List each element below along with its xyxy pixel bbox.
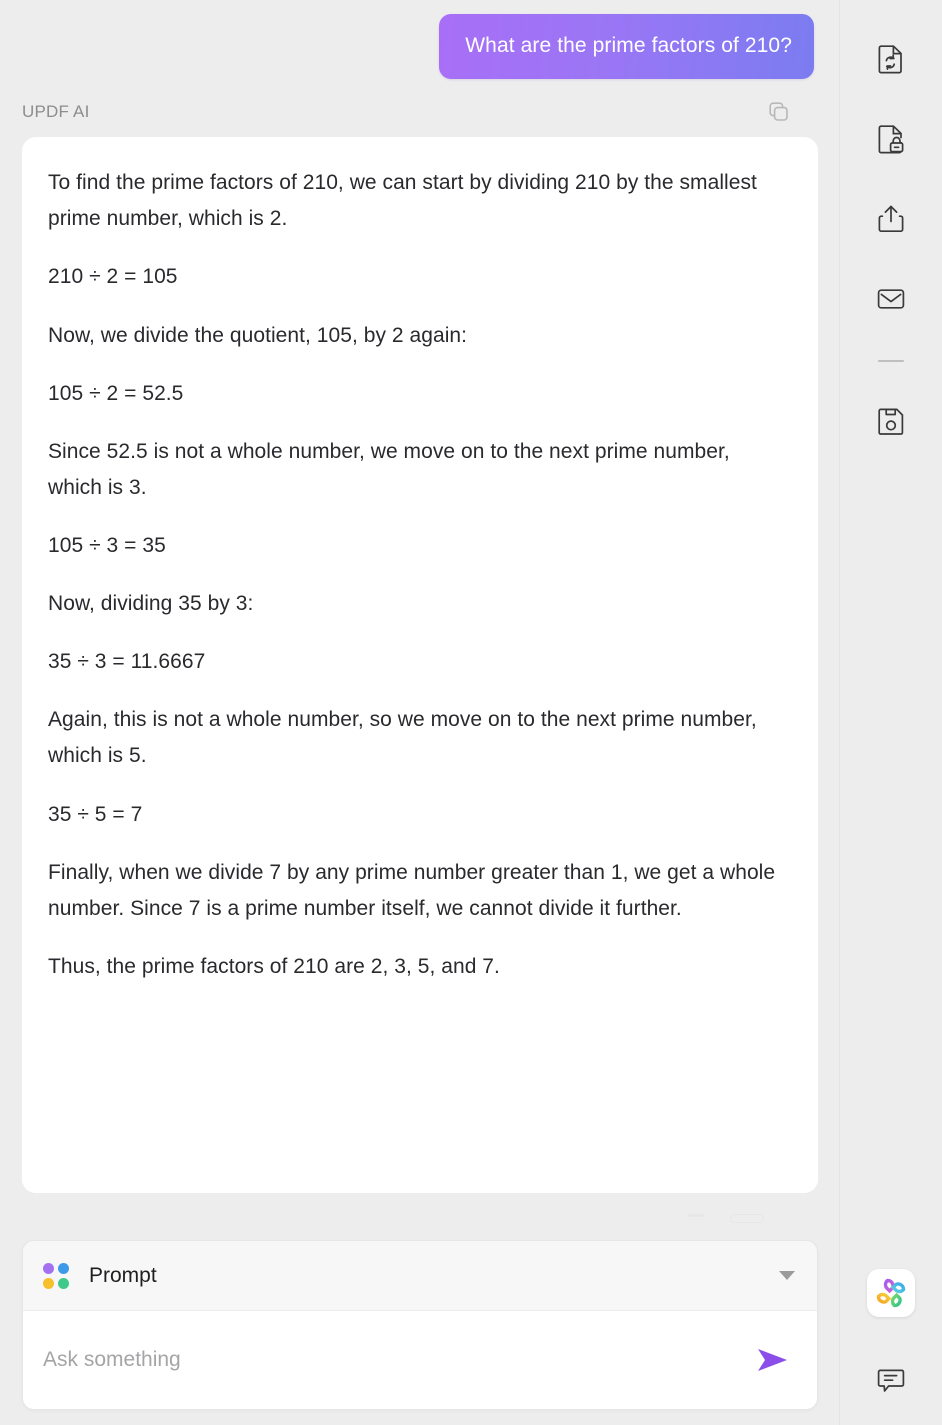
- assistant-header: UPDF AI: [0, 79, 840, 137]
- prompt-selector[interactable]: Prompt: [23, 1241, 817, 1311]
- card-bottom-fade: [22, 1171, 818, 1194]
- answer-paragraph: Again, this is not a whole number, so we…: [48, 708, 757, 768]
- convert-document-icon[interactable]: [868, 36, 914, 82]
- answer-paragraph: Since 52.5 is not a whole number, we mov…: [48, 439, 730, 499]
- chevron-down-icon[interactable]: [779, 1271, 795, 1280]
- four-dots-icon: [43, 1262, 69, 1289]
- answer-paragraph: 35 ÷ 3 = 11.6667: [48, 650, 206, 674]
- send-icon[interactable]: [751, 1338, 795, 1382]
- assistant-answer-card: To find the prime factors of 210, we can…: [22, 137, 818, 1194]
- chat-panel: What are the prime factors of 210? UPDF …: [0, 0, 840, 1425]
- comment-icon[interactable]: [868, 1357, 914, 1403]
- answer-paragraph: Now, we divide the quotient, 105, by 2 a…: [48, 323, 468, 347]
- mail-icon[interactable]: [868, 276, 914, 322]
- answer-paragraph: 35 ÷ 5 = 7: [48, 802, 143, 826]
- updf-ai-logo-icon[interactable]: [867, 1269, 915, 1317]
- share-icon[interactable]: [868, 196, 914, 242]
- answer-paragraph: Now, dividing 35 by 3:: [48, 592, 254, 616]
- updf-ai-chat-window: What are the prime factors of 210? UPDF …: [0, 0, 942, 1425]
- prompt-composer: Prompt: [22, 1240, 818, 1410]
- answer-paragraph: Finally, when we divide 7 by any prime n…: [48, 860, 776, 920]
- ghost-action-icon: [688, 1214, 704, 1217]
- protect-document-icon[interactable]: [868, 116, 914, 162]
- ask-row: [23, 1311, 817, 1409]
- copy-icon[interactable]: [764, 97, 794, 127]
- ghost-action-button: [730, 1214, 764, 1223]
- toolbar-bottom-group: [840, 1269, 942, 1413]
- user-message-row: What are the prime factors of 210?: [0, 0, 840, 80]
- ask-input[interactable]: [43, 1348, 751, 1372]
- toolbar-separator: [878, 360, 904, 362]
- user-message-bubble: What are the prime factors of 210?: [439, 14, 814, 80]
- save-icon[interactable]: [868, 398, 914, 444]
- prompt-label: Prompt: [89, 1263, 157, 1287]
- right-toolbar: [840, 0, 942, 1425]
- answer-paragraph: To find the prime factors of 210, we can…: [48, 171, 757, 231]
- answer-paragraph: 105 ÷ 2 = 52.5: [48, 381, 184, 405]
- assistant-label: UPDF AI: [22, 102, 90, 122]
- answer-paragraph: Thus, the prime factors of 210 are 2, 3,…: [48, 954, 500, 978]
- answer-actions-clipped: [22, 1214, 818, 1232]
- answer-paragraph: 210 ÷ 2 = 105: [48, 265, 178, 289]
- answer-paragraph: 105 ÷ 3 = 35: [48, 534, 166, 558]
